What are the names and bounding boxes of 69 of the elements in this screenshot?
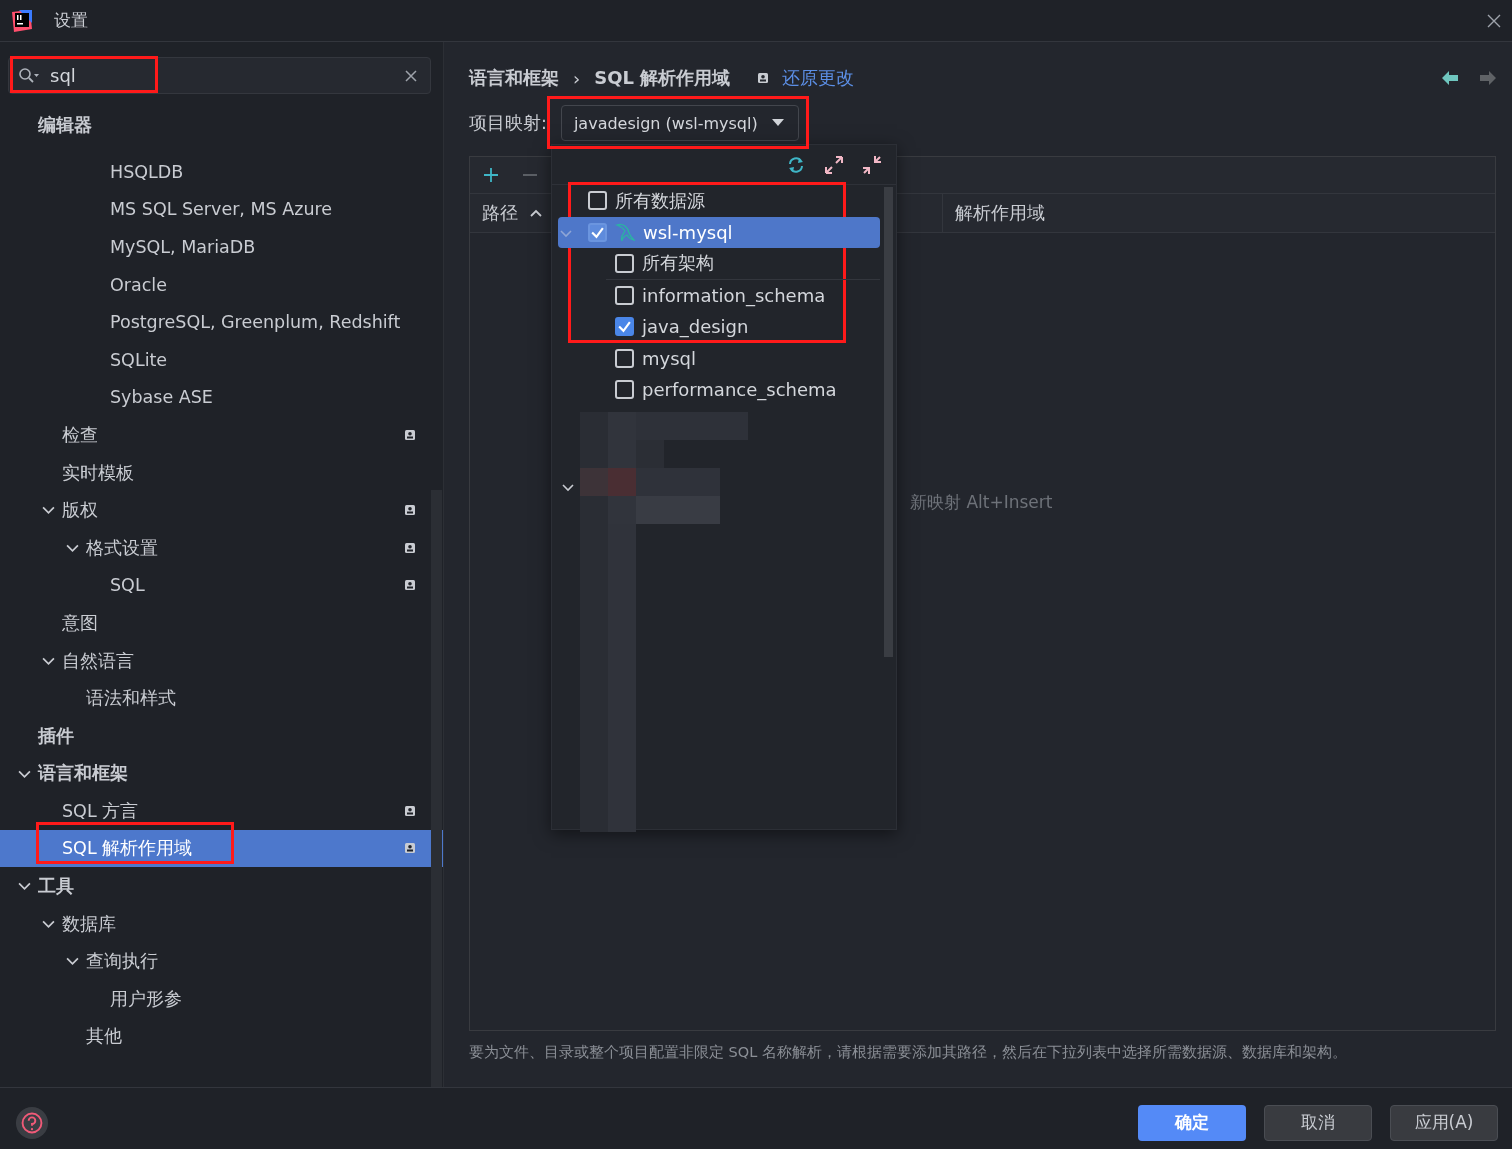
help-icon[interactable] xyxy=(15,1105,49,1140)
collapse-icon[interactable] xyxy=(862,154,882,175)
tree-item[interactable]: SQL 解析作用域 xyxy=(0,829,443,868)
scrollbar[interactable] xyxy=(884,187,893,657)
tree-item[interactable]: 工具 xyxy=(0,867,431,905)
tree-item[interactable]: SQLite xyxy=(0,340,431,379)
dolphin-icon xyxy=(615,222,635,243)
close-icon[interactable] xyxy=(1486,12,1502,29)
tree-item[interactable]: 格式设置 xyxy=(0,528,431,567)
tree-item[interactable]: 其他 xyxy=(0,1017,431,1056)
tree-item[interactable]: Sybase ASE xyxy=(0,378,431,417)
search-field[interactable]: sql xyxy=(8,57,431,94)
scrollbar[interactable] xyxy=(431,490,442,1087)
checkbox[interactable] xyxy=(615,317,634,337)
dialog-button[interactable]: 应用(A) xyxy=(1390,1104,1498,1141)
caret-icon xyxy=(771,119,784,127)
tree-item[interactable]: 意图 xyxy=(0,604,431,642)
tree-item[interactable]: 语法和样式 xyxy=(0,679,431,717)
datasource-item[interactable]: 所有架构 xyxy=(606,248,880,280)
empty-table-hint: 新映射 Alt+Insert xyxy=(910,491,1053,514)
tree-item[interactable]: SQL 方言 xyxy=(0,792,431,830)
add-icon[interactable] xyxy=(484,168,498,182)
forward-arrow-icon[interactable] xyxy=(1480,71,1496,85)
tree-item[interactable]: 插件 xyxy=(0,716,431,755)
clear-icon[interactable] xyxy=(405,70,417,82)
tree-item[interactable]: MS SQL Server, MS Azure xyxy=(0,190,431,229)
tree-item[interactable]: 检查 xyxy=(0,416,431,454)
checkbox[interactable] xyxy=(588,222,607,242)
datasource-item[interactable]: wsl-mysql xyxy=(558,216,880,248)
breadcrumb-item: SQL 解析作用域 xyxy=(594,66,731,90)
search-icon xyxy=(18,67,40,85)
datasource-item[interactable]: mysql xyxy=(552,342,880,374)
window-title: 设置 xyxy=(54,9,88,32)
project-scope-icon xyxy=(758,73,769,83)
tree-item[interactable]: 查询执行 xyxy=(0,942,431,981)
back-arrow-icon[interactable] xyxy=(1442,71,1458,85)
column-header[interactable]: 解析作用域 xyxy=(943,194,1045,232)
datasource-item[interactable]: java_design xyxy=(552,311,880,343)
checkbox[interactable] xyxy=(588,191,607,211)
checkbox[interactable] xyxy=(615,348,634,368)
tree-item[interactable]: 自然语言 xyxy=(0,641,431,680)
breadcrumb-separator: › xyxy=(573,67,581,89)
mapping-label: 项目映射: xyxy=(469,112,547,135)
revert-link[interactable]: 还原更改 xyxy=(782,66,855,90)
datasource-item[interactable]: information_schema xyxy=(552,279,880,311)
tree-item[interactable]: Oracle xyxy=(0,265,431,304)
checkbox[interactable] xyxy=(615,285,634,305)
tree-item[interactable]: 实时模板 xyxy=(0,453,431,492)
datasource-item[interactable]: performance_schema xyxy=(552,374,880,406)
chevron-icon[interactable] xyxy=(562,483,574,492)
checkbox[interactable] xyxy=(615,253,634,273)
refresh-icon[interactable] xyxy=(786,154,806,175)
tree-item[interactable]: SQL xyxy=(0,566,431,605)
app-logo-icon xyxy=(10,8,34,33)
description-text: 要为文件、目录或整个项目配置非限定 SQL 名称解析，请根据需要添加其路径，然后在下拉列表中选择所需数据源、数据库和架构。 xyxy=(469,1043,1348,1062)
expand-icon[interactable] xyxy=(824,154,844,175)
tree-item[interactable]: 数据库 xyxy=(0,904,431,943)
tree-item[interactable]: 编辑器 xyxy=(0,104,431,153)
tree-item[interactable]: 语言和框架 xyxy=(0,754,431,793)
tree-item[interactable]: MySQL, MariaDB xyxy=(0,228,431,266)
checkbox[interactable] xyxy=(615,380,634,400)
datasource-item[interactable]: 所有数据源 xyxy=(552,185,880,217)
tree-item[interactable]: 版权 xyxy=(0,491,431,529)
mapping-dropdown[interactable]: javadesign (wsl-mysql) xyxy=(560,105,799,141)
breadcrumb-item: 语言和框架 xyxy=(469,66,559,90)
tree-item[interactable]: PostgreSQL, Greenplum, Redshift xyxy=(0,303,431,341)
tree-item[interactable]: 用户形参 xyxy=(0,980,431,1018)
dialog-button[interactable]: 取消 xyxy=(1264,1104,1372,1141)
tree-item[interactable]: HSQLDB xyxy=(0,153,431,191)
